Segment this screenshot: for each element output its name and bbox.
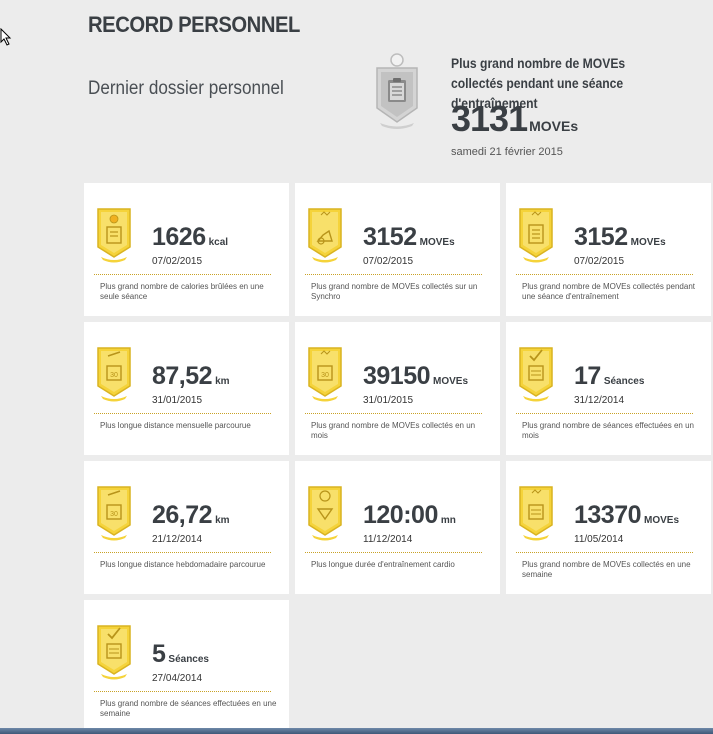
record-value-number: 5 bbox=[152, 640, 166, 668]
record-value: 5 Séances bbox=[152, 640, 209, 669]
svg-text:30: 30 bbox=[110, 511, 118, 518]
record-divider bbox=[516, 274, 693, 275]
record-date: 31/01/2015 bbox=[363, 395, 414, 406]
record-description: Plus grand nombre de calories brûlées en… bbox=[100, 282, 264, 301]
record-value-number: 1626 bbox=[152, 223, 206, 251]
page-title: RECORD PERSONNEL bbox=[88, 12, 300, 37]
flame-clipboard-icon bbox=[97, 208, 131, 263]
record-value: 26,72 km bbox=[152, 501, 230, 530]
record-divider bbox=[94, 691, 271, 692]
record-value: 17 Séances bbox=[574, 362, 644, 391]
record-date: 31/01/2015 bbox=[152, 395, 203, 406]
record-value-unit: km bbox=[215, 515, 230, 526]
record-divider bbox=[94, 413, 271, 414]
record-divider bbox=[305, 552, 482, 553]
record-value-number: 17 bbox=[574, 362, 601, 390]
record-value: 1626 kcal bbox=[152, 223, 228, 252]
record-value: 13370 MOVEs bbox=[574, 501, 679, 530]
record-card[interactable]: 30 87,52 km 31/01/2015 Plus longue distance… bbox=[84, 322, 289, 455]
check-calendar-icon bbox=[519, 347, 553, 402]
record-date: 31/12/2014 bbox=[574, 395, 625, 406]
hero-value: 3131 MOVEs bbox=[451, 98, 578, 140]
record-value-unit: MOVEs bbox=[433, 376, 469, 387]
record-divider bbox=[305, 274, 482, 275]
bike-icon bbox=[308, 208, 342, 263]
clipboard-icon bbox=[519, 208, 553, 263]
record-date: 07/02/2015 bbox=[574, 256, 625, 267]
hero-value-number: 3131 bbox=[451, 98, 528, 139]
record-description: Plus longue distance mensuelle parcourue bbox=[100, 421, 251, 430]
record-date: 11/05/2014 bbox=[574, 534, 624, 545]
record-card[interactable]: 3152 MOVEs 07/02/2015 Plus grand nombre de … bbox=[295, 183, 500, 316]
record-value-number: 120:00 bbox=[363, 501, 438, 529]
record-value-number: 13370 bbox=[574, 501, 642, 529]
record-description: Plus grand nombre de séances effectuées … bbox=[100, 699, 277, 718]
calendar-30-icon: 30 bbox=[308, 347, 342, 402]
record-card[interactable]: 17 Séances 31/12/2014 Plus grand nombre de … bbox=[506, 322, 711, 455]
svg-text:30: 30 bbox=[321, 372, 329, 379]
record-date: 11/12/2014 bbox=[363, 534, 413, 545]
svg-text:30: 30 bbox=[110, 372, 118, 379]
record-date: 21/12/2014 bbox=[152, 534, 203, 545]
record-divider bbox=[305, 413, 482, 414]
record-value-unit: km bbox=[215, 376, 230, 387]
record-date: 07/02/2015 bbox=[363, 256, 414, 267]
record-value-unit: kcal bbox=[208, 237, 229, 248]
calendar-week-icon bbox=[519, 486, 553, 541]
record-value-number: 87,52 bbox=[152, 362, 213, 390]
record-card[interactable]: 30 26,72 km 21/12/2014 Plus longue distance… bbox=[84, 461, 289, 594]
record-description: Plus longue durée d'entraînement cardio bbox=[311, 560, 455, 569]
mouse-cursor-icon bbox=[0, 28, 12, 46]
record-value-unit: Séances bbox=[603, 376, 645, 387]
record-value: 3152 MOVEs bbox=[363, 223, 455, 252]
page-subtitle: Dernier dossier personnel bbox=[88, 78, 284, 99]
record-value: 120:00 mn bbox=[363, 501, 456, 530]
record-divider bbox=[94, 552, 271, 553]
record-card[interactable]: 13370 MOVEs 11/05/2014 Plus grand nombre de… bbox=[506, 461, 711, 594]
record-value-unit: Séances bbox=[168, 654, 209, 665]
record-description: Plus grand nombre de MOVEs collectés en … bbox=[311, 421, 476, 440]
record-value: 39150 MOVEs bbox=[363, 362, 468, 391]
hero-clipboard-icon bbox=[376, 53, 418, 129]
record-value-number: 3152 bbox=[363, 223, 417, 251]
record-description: Plus grand nombre de MOVEs collectés pen… bbox=[522, 282, 695, 301]
hero-date: samedi 21 février 2015 bbox=[451, 146, 563, 158]
record-divider bbox=[516, 552, 693, 553]
record-date: 07/02/2015 bbox=[152, 256, 203, 267]
record-card[interactable]: 30 39150 MOVEs 31/01/2015 Plus grand nombre… bbox=[295, 322, 500, 455]
record-value-unit: mn bbox=[440, 515, 456, 526]
record-date: 27/04/2014 bbox=[152, 673, 203, 684]
record-divider bbox=[94, 274, 271, 275]
record-value-number: 3152 bbox=[574, 223, 628, 251]
record-card[interactable]: 5 Séances 27/04/2014 Plus grand nombre de s… bbox=[84, 600, 289, 733]
record-description: Plus grand nombre de séances effectuées … bbox=[522, 421, 694, 440]
record-value-number: 39150 bbox=[363, 362, 431, 390]
record-value-unit: MOVEs bbox=[419, 237, 455, 248]
record-value-number: 26,72 bbox=[152, 501, 213, 529]
heart-timer-icon bbox=[308, 486, 342, 541]
record-card[interactable]: 120:00 mn 11/12/2014 Plus longue durée d'en… bbox=[295, 461, 500, 594]
hero-value-unit: MOVEs bbox=[529, 118, 579, 134]
runner-calendar-icon: 30 bbox=[97, 486, 131, 541]
check-calendar-icon bbox=[97, 625, 131, 680]
record-description: Plus longue distance hebdomadaire parcou… bbox=[100, 560, 266, 569]
record-value: 87,52 km bbox=[152, 362, 230, 391]
record-card[interactable]: 1626 kcal 07/02/2015 Plus grand nombre de c… bbox=[84, 183, 289, 316]
record-divider bbox=[516, 413, 693, 414]
record-value: 3152 MOVEs bbox=[574, 223, 666, 252]
record-description: Plus grand nombre de MOVEs collectés en … bbox=[522, 560, 691, 579]
record-description: Plus grand nombre de MOVEs collectés sur… bbox=[311, 282, 478, 301]
runner-calendar-icon: 30 bbox=[97, 347, 131, 402]
record-value-unit: MOVEs bbox=[630, 237, 666, 248]
record-card[interactable]: 3152 MOVEs 07/02/2015 Plus grand nombre de … bbox=[506, 183, 711, 316]
record-value-unit: MOVEs bbox=[644, 515, 680, 526]
taskbar bbox=[0, 728, 713, 734]
